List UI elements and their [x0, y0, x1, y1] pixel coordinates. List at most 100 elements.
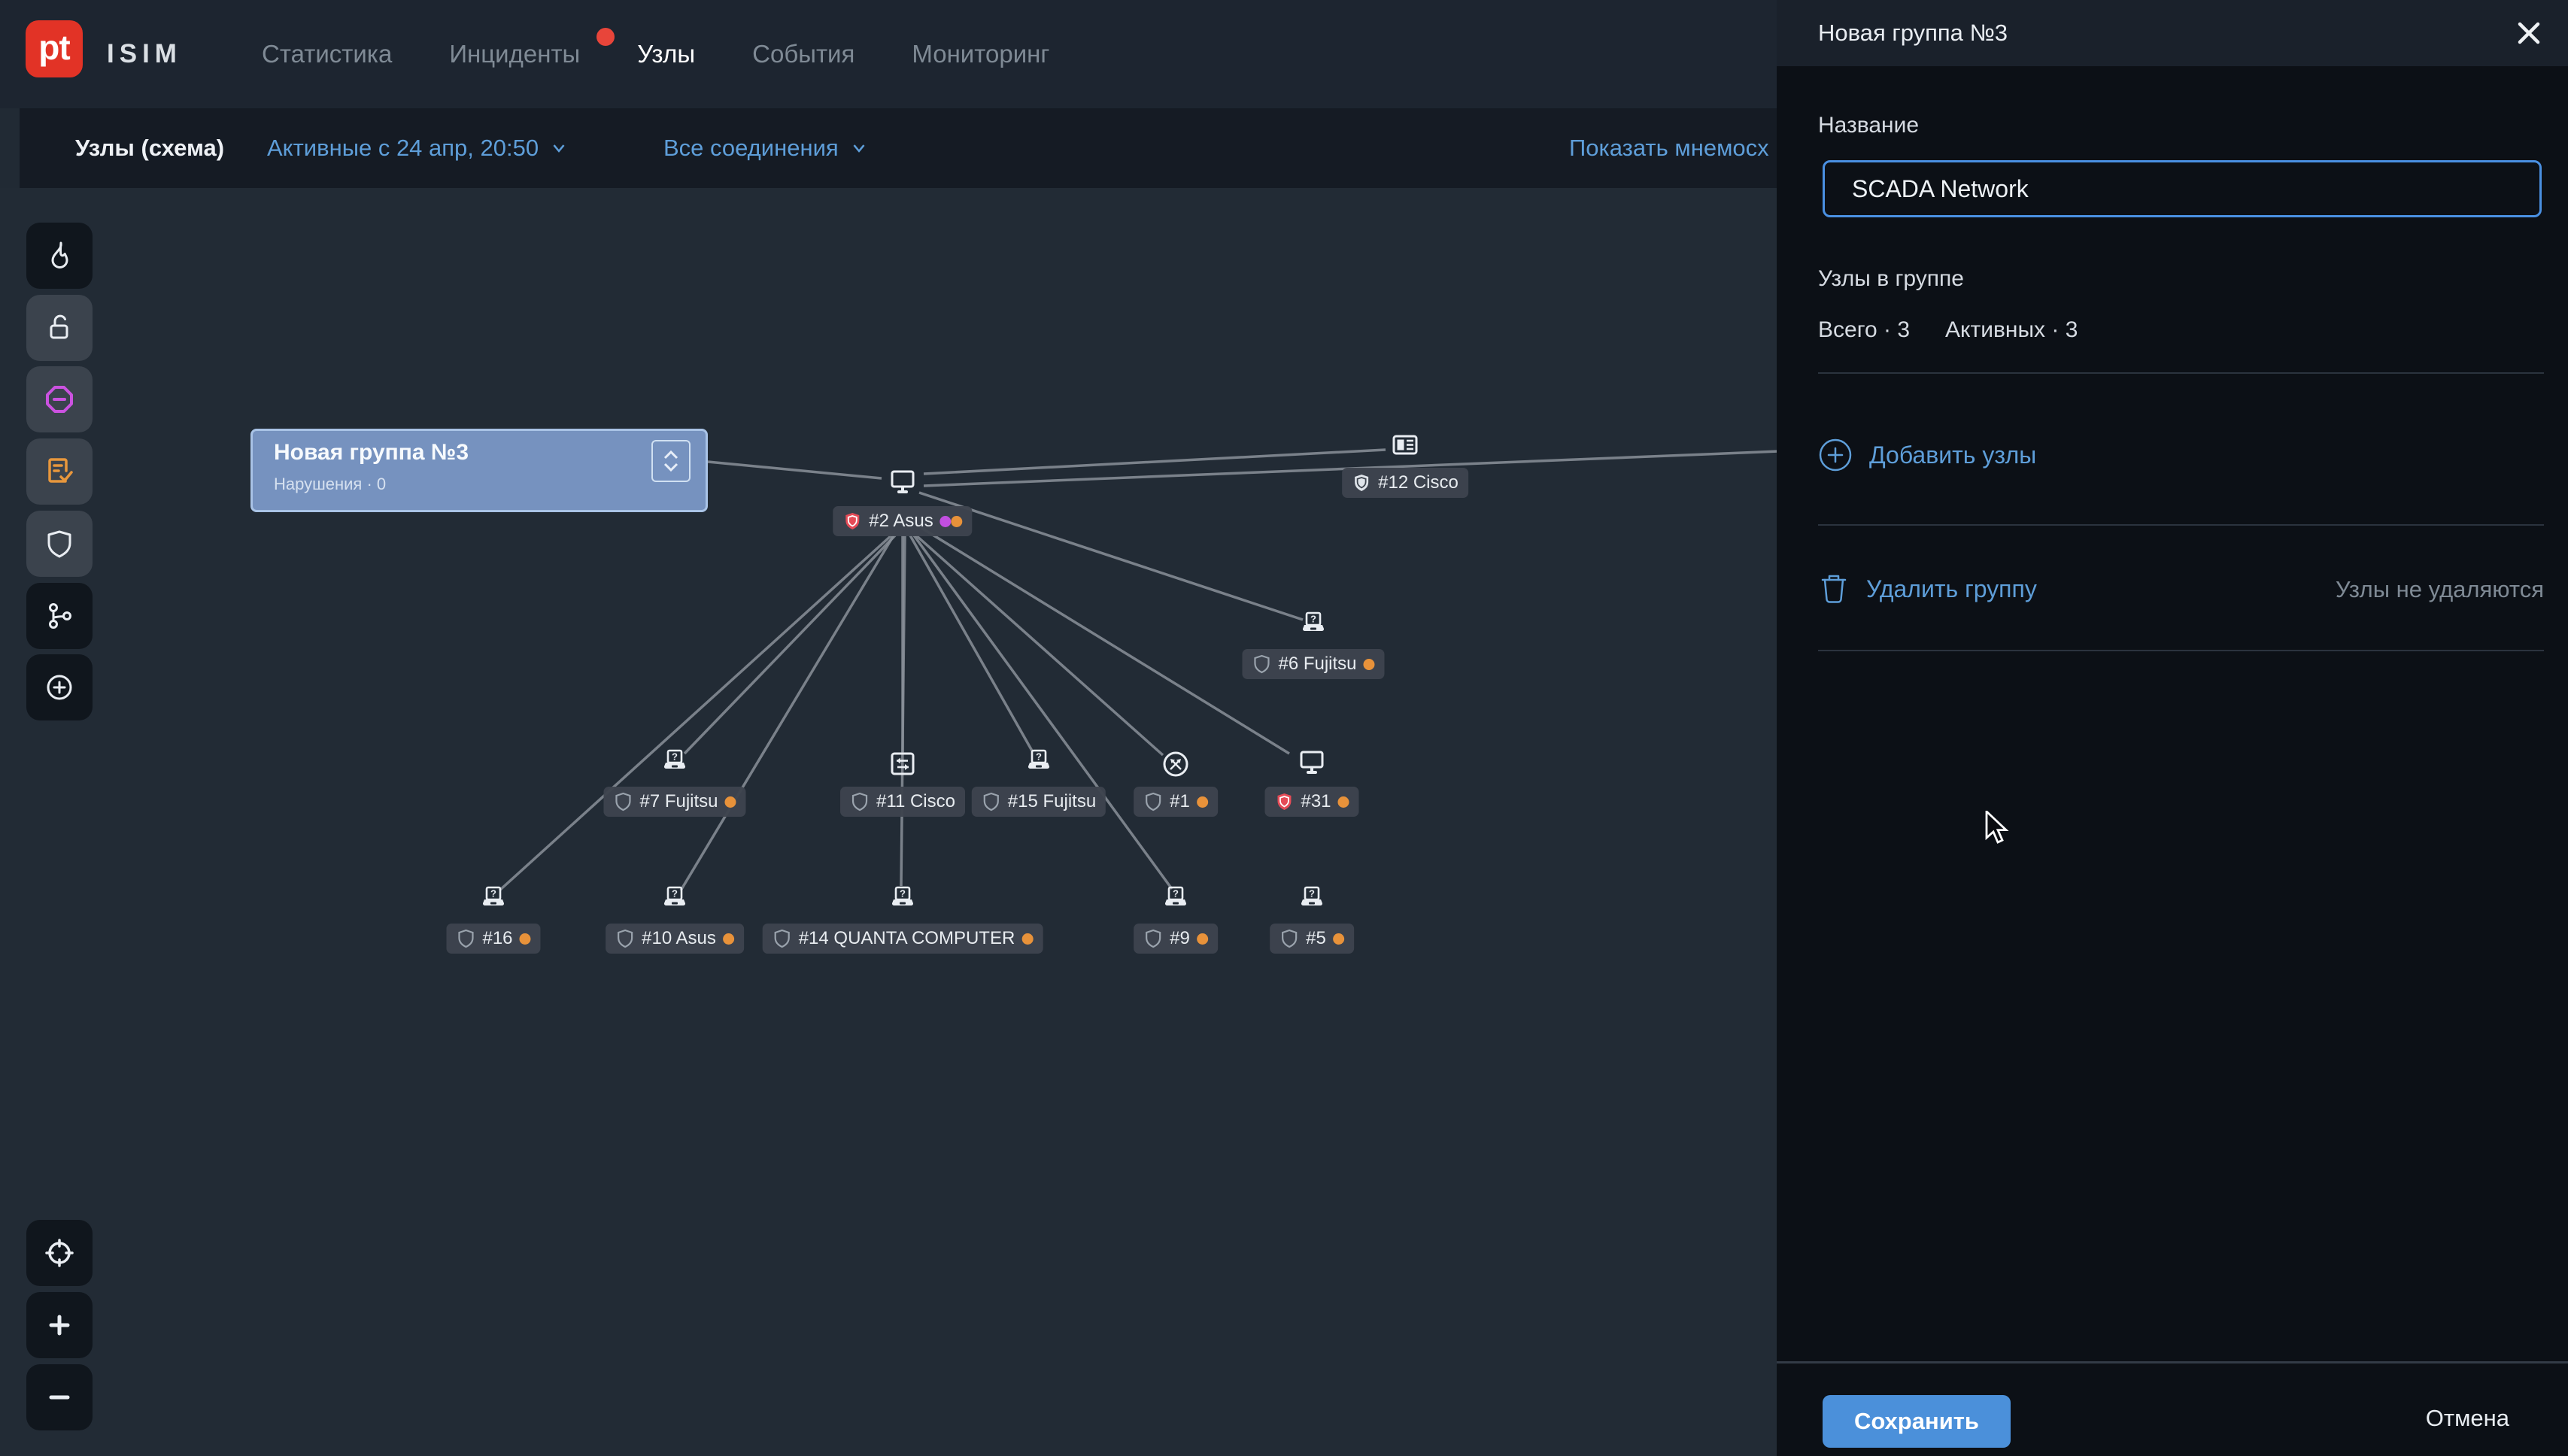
- panel-title: Новая группа №3: [1818, 20, 2008, 47]
- device-node-label[interactable]: #10 Asus: [606, 924, 744, 954]
- main-menu: Статистика Инциденты Узлы События Монито…: [262, 0, 1049, 108]
- group-node-violations: Нарушения · 0: [274, 475, 386, 494]
- zoom-in-button[interactable]: [26, 1292, 93, 1358]
- laptop-icon: ?: [477, 884, 510, 918]
- flame-icon: [41, 238, 77, 274]
- laptop-icon: ?: [1022, 748, 1055, 781]
- document-check-icon: [41, 453, 77, 490]
- device-node-label[interactable]: #9: [1134, 924, 1218, 954]
- device-node-name: #15 Fujitsu: [1008, 791, 1096, 812]
- svg-text:?: ?: [672, 751, 678, 763]
- toolbar-incidents-button[interactable]: [26, 223, 93, 289]
- nic-icon: [1389, 429, 1422, 462]
- plus-icon: [41, 1307, 77, 1343]
- device-node-label[interactable]: #11 Cisco: [840, 787, 965, 817]
- incidents-unread-badge: [596, 28, 615, 46]
- shield-outline-icon: [613, 792, 633, 811]
- laptop-icon: ?: [658, 748, 691, 781]
- device-node-label[interactable]: #15 Fujitsu: [972, 787, 1106, 817]
- device-node-label[interactable]: #31: [1264, 787, 1358, 817]
- monitor-icon: [886, 467, 919, 500]
- pt-logo[interactable]: pt: [26, 20, 83, 77]
- status-dot: [940, 516, 952, 527]
- device-node-label[interactable]: #5: [1270, 924, 1354, 954]
- toolbar-topology-button[interactable]: [26, 583, 93, 649]
- device-node-name: #31: [1301, 791, 1331, 812]
- status-dot: [725, 796, 736, 808]
- laptop-icon: ?: [1295, 884, 1328, 918]
- sub-header: Узлы (схема) Активные с 24 апр, 20:50 Вс…: [20, 108, 1777, 188]
- device-node-label[interactable]: #2 Asus: [833, 506, 972, 536]
- time-filter-dropdown[interactable]: Активные с 24 апр, 20:50: [267, 135, 569, 162]
- footer-divider: [1777, 1361, 2568, 1363]
- network-map-canvas[interactable]: Новая группа №3 Нарушения · 0 #2 Asus #12…: [0, 188, 1777, 1456]
- svg-text:?: ?: [672, 888, 678, 899]
- app-root: pt ISIM Статистика Инциденты Узлы Событи…: [0, 0, 2568, 1456]
- product-name: ISIM: [107, 0, 182, 108]
- toolbar-add-button[interactable]: [26, 654, 93, 720]
- svg-text:?: ?: [1310, 614, 1316, 625]
- nav-item-nodes[interactable]: Узлы: [637, 40, 695, 68]
- svg-text:?: ?: [490, 888, 496, 899]
- status-dot: [1197, 796, 1208, 808]
- group-expand-button[interactable]: [651, 440, 691, 482]
- shield-outline-icon: [1252, 654, 1271, 674]
- svg-text:?: ?: [1036, 751, 1042, 763]
- device-node-name: #11 Cisco: [876, 791, 955, 812]
- device-node-name: #6 Fujitsu: [1278, 654, 1356, 675]
- device-node-name: #16: [482, 928, 512, 949]
- device-node-label[interactable]: #16: [446, 924, 540, 954]
- laptop-icon: ?: [1297, 610, 1330, 643]
- device-node-name: #10 Asus: [642, 928, 716, 949]
- nav-item-monitoring[interactable]: Мониторинг: [912, 40, 1049, 68]
- divider: [1818, 524, 2544, 526]
- shield-outline-icon: [456, 929, 475, 948]
- nodes-in-group-label: Узлы в группе: [1818, 266, 1964, 292]
- delete-group-button[interactable]: Удалить группу: [1818, 572, 2037, 606]
- save-button[interactable]: Сохранить: [1823, 1395, 2011, 1448]
- chevron-down-icon: [662, 463, 680, 472]
- shield-alert-icon: [1352, 473, 1371, 493]
- shield-outline-icon: [773, 929, 792, 948]
- nav-item-statistics[interactable]: Статистика: [262, 40, 392, 68]
- status-dot: [520, 933, 531, 945]
- device-node-label[interactable]: #6 Fujitsu: [1242, 649, 1384, 679]
- group-name-input[interactable]: [1823, 160, 2542, 217]
- close-icon: [2515, 20, 2542, 47]
- toolbar-unlock-button[interactable]: [26, 295, 93, 361]
- device-node-label[interactable]: #1: [1134, 787, 1218, 817]
- shield-alert-icon: [842, 511, 862, 531]
- cancel-button[interactable]: Отмена: [2426, 1405, 2509, 1432]
- device-node-label[interactable]: #12 Cisco: [1342, 468, 1468, 498]
- device-node-name: #5: [1306, 928, 1326, 949]
- device-node-label[interactable]: #7 Fujitsu: [603, 787, 745, 817]
- shield-icon: [41, 526, 77, 562]
- nav-item-incidents[interactable]: Инциденты: [449, 40, 580, 68]
- divider: [1818, 650, 2544, 651]
- group-node[interactable]: Новая группа №3 Нарушения · 0: [250, 429, 708, 512]
- toolbar-block-button[interactable]: [26, 366, 93, 432]
- minus-icon: [41, 1379, 77, 1415]
- router-icon: [1159, 748, 1192, 781]
- show-mnemonic-link[interactable]: Показать мнемосх: [1569, 135, 1777, 162]
- status-dot: [723, 933, 734, 945]
- svg-text:?: ?: [1309, 888, 1315, 899]
- add-nodes-button[interactable]: Добавить узлы: [1818, 438, 2036, 472]
- pt-logo-text: pt: [38, 27, 69, 68]
- laptop-icon: ?: [1159, 884, 1192, 918]
- toolbar-shield-button[interactable]: [26, 511, 93, 577]
- nav-item-events[interactable]: События: [752, 40, 854, 68]
- device-node-name: #7 Fujitsu: [639, 791, 718, 812]
- fit-to-screen-button[interactable]: [26, 1220, 93, 1286]
- divider: [1818, 372, 2544, 374]
- toolbar-report-button[interactable]: [26, 438, 93, 505]
- connections-filter-dropdown[interactable]: Все соединения: [663, 135, 869, 162]
- laptop-icon: ?: [886, 884, 919, 918]
- active-count: Активных · 3: [1945, 317, 2078, 343]
- zoom-out-button[interactable]: [26, 1364, 93, 1430]
- plus-circle-icon: [41, 669, 77, 705]
- device-node-name: #14 QUANTA COMPUTER: [799, 928, 1015, 949]
- svg-text:?: ?: [900, 888, 906, 899]
- close-panel-button[interactable]: [2509, 14, 2548, 53]
- device-node-label[interactable]: #14 QUANTA COMPUTER: [763, 924, 1043, 954]
